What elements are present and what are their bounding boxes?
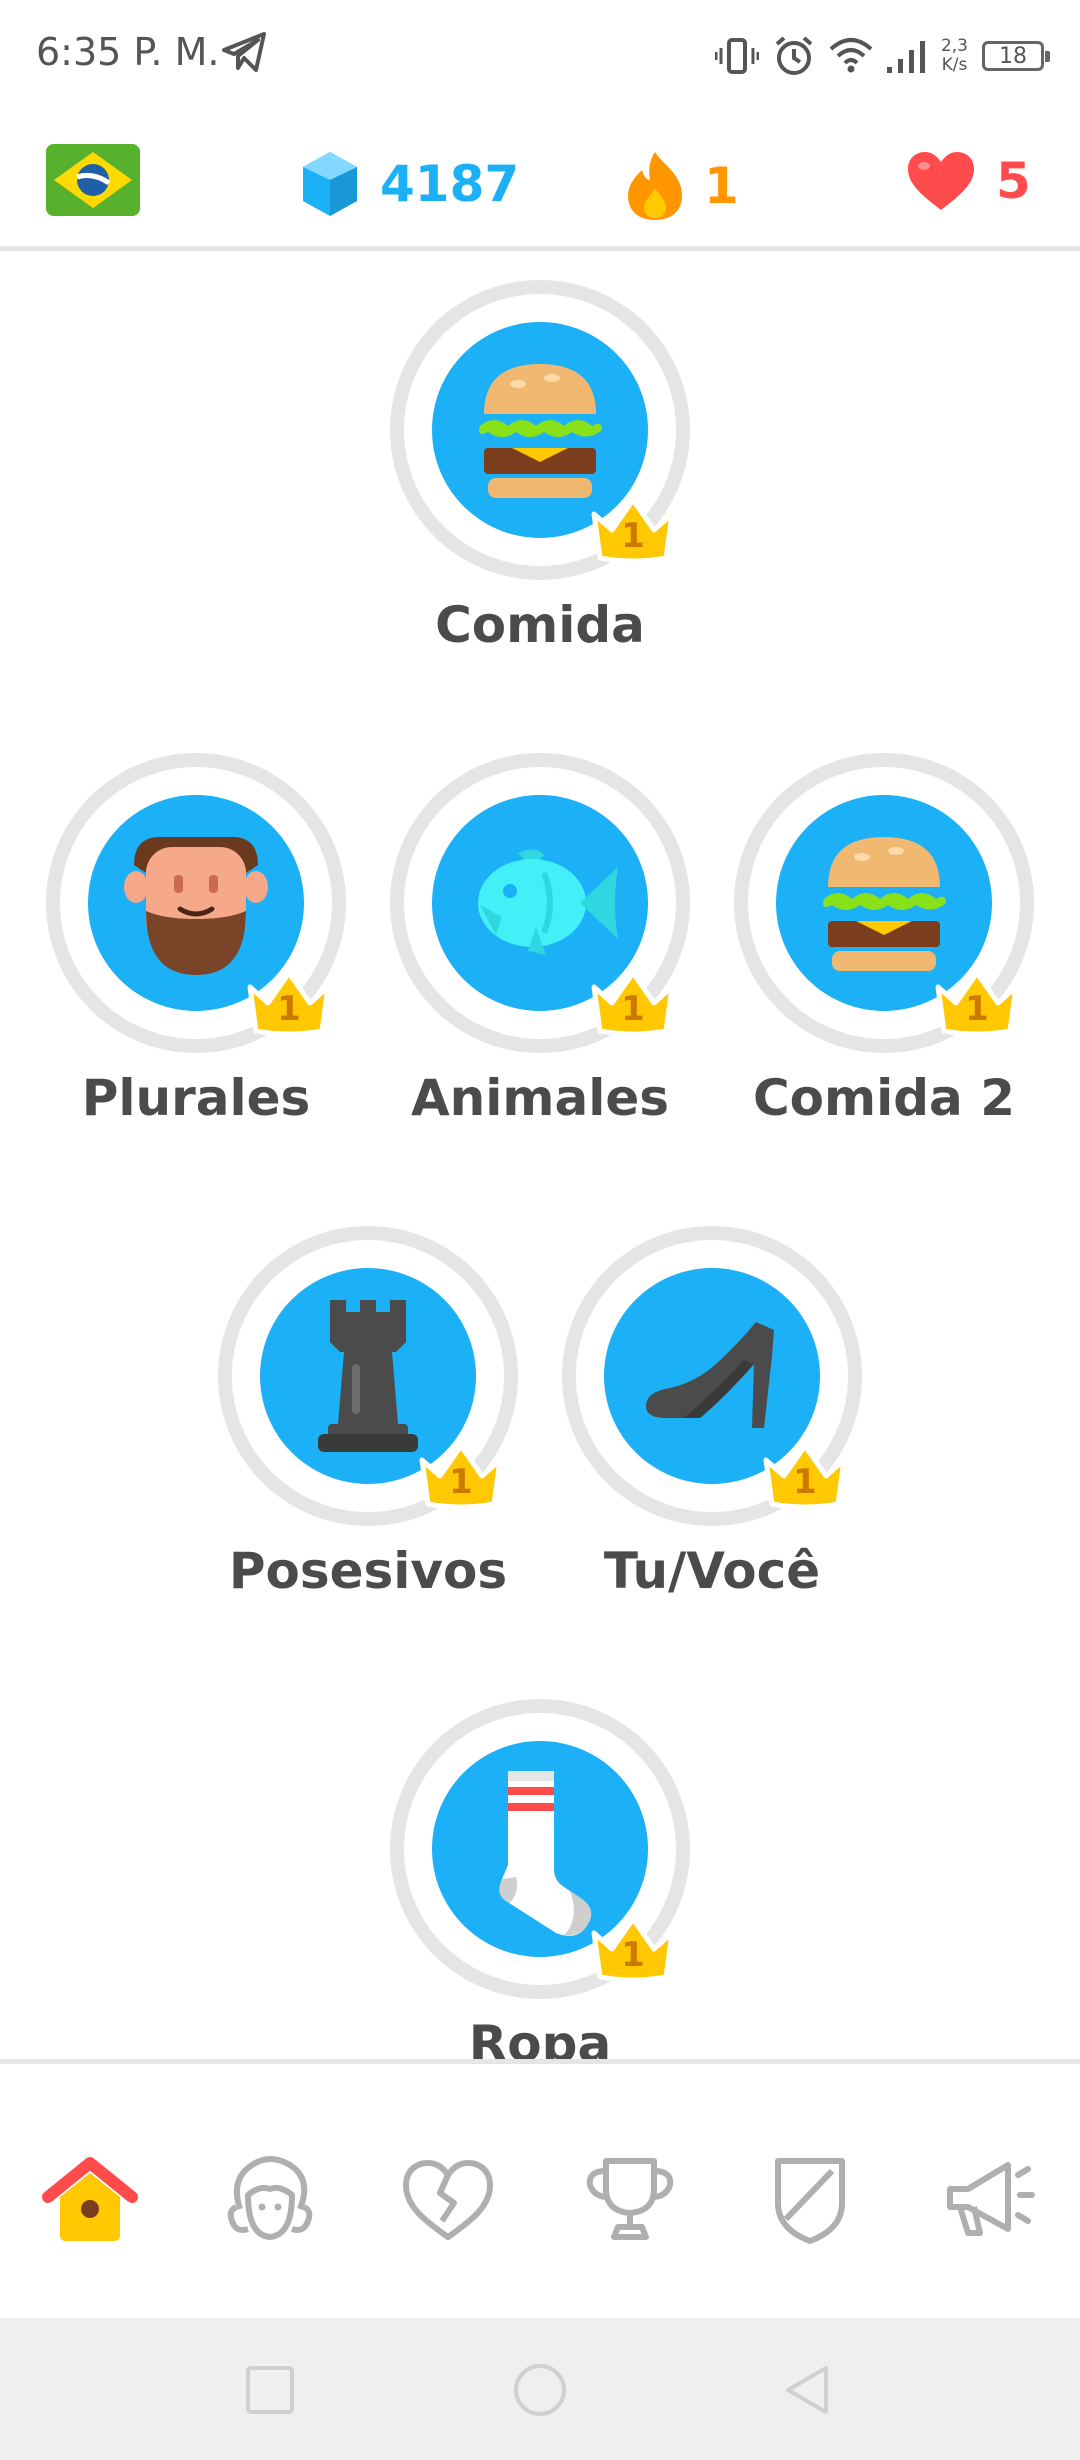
gems-counter[interactable]: 4187 bbox=[300, 150, 519, 218]
status-time: 6:35 P. M. bbox=[36, 30, 220, 74]
nav-characters[interactable] bbox=[220, 2149, 320, 2249]
skill-label: Comida 2 bbox=[752, 1069, 1015, 1127]
skill-tu-voce[interactable]: 1 Tu/Você bbox=[562, 1226, 862, 1666]
system-navigation-bar bbox=[0, 2318, 1080, 2460]
crown-level: 1 bbox=[277, 989, 301, 1029]
language-flag-button[interactable] bbox=[46, 144, 140, 216]
gem-icon bbox=[303, 152, 357, 216]
network-speed: 2,3 K/s bbox=[941, 37, 968, 75]
hearts-count: 5 bbox=[996, 152, 1031, 210]
trophy-icon bbox=[586, 2158, 674, 2240]
nav-shop[interactable] bbox=[760, 2149, 860, 2249]
skill-animales[interactable]: 1 Animales bbox=[390, 753, 690, 1193]
battery-level: 18 bbox=[999, 43, 1027, 69]
nav-practice[interactable] bbox=[398, 2149, 498, 2249]
nav-news[interactable] bbox=[938, 2149, 1038, 2249]
crown-badge: 1 bbox=[932, 965, 1022, 1039]
skill-posesivos[interactable]: 1 Posesivos bbox=[218, 1226, 518, 1666]
streak-counter[interactable]: 1 bbox=[626, 150, 739, 222]
skill-tree: 1 Comida 1 Plurales 1 Animales 1 Comida … bbox=[0, 251, 1080, 2059]
network-speed-value: 2,3 bbox=[940, 36, 968, 56]
skill-label: Comida bbox=[435, 596, 645, 654]
shield-icon bbox=[775, 2158, 845, 2244]
crown-badge: 1 bbox=[244, 965, 334, 1039]
home-icon bbox=[42, 2157, 138, 2241]
alarm-icon bbox=[775, 36, 813, 75]
crown-level: 1 bbox=[793, 1462, 817, 1502]
crown-badge: 1 bbox=[588, 965, 678, 1039]
heart-icon bbox=[908, 152, 974, 210]
home-button-icon[interactable] bbox=[512, 2362, 568, 2418]
brazil-flag-icon bbox=[46, 144, 140, 216]
crown-badge: 1 bbox=[588, 1911, 678, 1985]
stats-bar: 4187 1 5 bbox=[0, 130, 1080, 242]
skill-label: Tu/Você bbox=[603, 1542, 821, 1600]
streak-count: 1 bbox=[704, 157, 739, 215]
skill-label: Ropa bbox=[468, 2015, 612, 2059]
back-button-icon[interactable] bbox=[782, 2364, 834, 2416]
crown-level: 1 bbox=[449, 1462, 473, 1502]
crown-level: 1 bbox=[621, 989, 645, 1029]
crown-level: 1 bbox=[621, 1935, 645, 1975]
recents-button-icon[interactable] bbox=[244, 2364, 296, 2416]
signal-icon bbox=[886, 41, 925, 73]
skill-plurales[interactable]: 1 Plurales bbox=[46, 753, 346, 1193]
crown-level: 1 bbox=[965, 989, 989, 1029]
crown-level: 1 bbox=[621, 516, 645, 556]
gems-count: 4187 bbox=[380, 155, 520, 213]
vibrate-icon bbox=[714, 38, 759, 74]
characters-icon bbox=[227, 2156, 313, 2240]
wifi-icon bbox=[829, 38, 873, 73]
nav-learn[interactable] bbox=[40, 2149, 140, 2249]
megaphone-icon bbox=[947, 2162, 1035, 2236]
status-bar: 6:35 P. M. 2,3 K/s 18 bbox=[0, 0, 1080, 110]
skill-comida[interactable]: 1 Comida bbox=[390, 280, 690, 720]
crown-badge: 1 bbox=[416, 1438, 506, 1512]
crown-badge: 1 bbox=[760, 1438, 850, 1512]
hearts-counter[interactable]: 5 bbox=[906, 150, 1031, 212]
network-speed-unit: K/s bbox=[941, 55, 968, 75]
crown-badge: 1 bbox=[588, 492, 678, 566]
battery-indicator: 18 bbox=[982, 41, 1050, 71]
skill-ropa[interactable]: 1 Ropa bbox=[390, 1699, 690, 2059]
flame-icon bbox=[628, 152, 682, 220]
bottom-nav bbox=[0, 2064, 1080, 2318]
skill-comida-2[interactable]: 1 Comida 2 bbox=[734, 753, 1034, 1193]
telegram-icon bbox=[222, 32, 266, 72]
nav-leaderboards[interactable] bbox=[580, 2149, 680, 2249]
broken-heart-icon bbox=[403, 2160, 493, 2240]
